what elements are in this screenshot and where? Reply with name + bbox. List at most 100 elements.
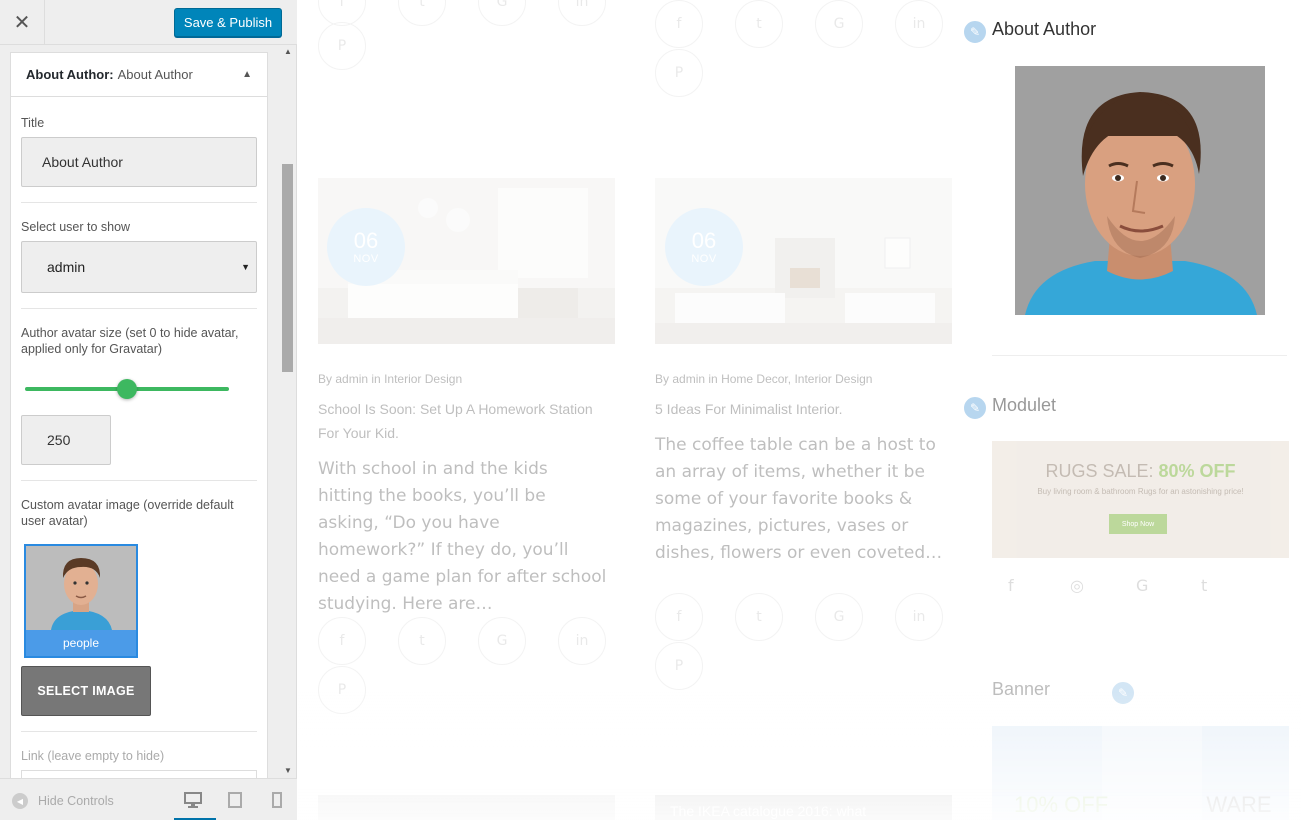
social-share-row: f t G in (655, 593, 943, 641)
link-field-group: Link (leave empty to hide) (21, 732, 257, 778)
widget-type-label: About Author: (26, 67, 114, 82)
twitter-icon[interactable]: t (398, 617, 446, 665)
post-author-link[interactable]: admin (335, 372, 368, 386)
social-share-row: P (655, 49, 703, 97)
user-select-label: Select user to show (21, 220, 131, 234)
post-meta: By admin in Interior Design (318, 372, 462, 386)
tablet-icon[interactable] (226, 792, 244, 808)
post-author-link[interactable]: admin (672, 372, 705, 386)
pinterest-icon[interactable]: P (318, 666, 366, 714)
post-category-link[interactable]: Home Decor, Interior Design (721, 372, 872, 386)
meta-in: in (371, 372, 381, 386)
twitter-icon[interactable]: t (1201, 576, 1207, 595)
pinterest-icon[interactable]: P (655, 49, 703, 97)
date-month: NOV (353, 253, 379, 265)
google-icon[interactable]: G (1136, 576, 1148, 595)
google-icon[interactable]: G (478, 617, 526, 665)
google-icon[interactable]: G (478, 0, 526, 26)
link-label: Link (leave empty to hide) (21, 749, 165, 763)
rugs-heading: RUGS SALE: 80% OFF (992, 461, 1289, 482)
linkedin-icon[interactable]: in (895, 0, 943, 48)
post-title-link[interactable]: School Is Soon: Set Up A Homework Statio… (318, 397, 608, 445)
bottom-post-title[interactable]: The IKEA catalogue 2016: what (670, 803, 866, 819)
widget-panel: About Author: About Author ▲ Title About… (10, 52, 268, 778)
select-image-button[interactable]: SELECT IMAGE (21, 666, 151, 716)
google-icon[interactable]: G (815, 593, 863, 641)
link-input[interactable] (21, 770, 257, 778)
twitter-icon[interactable]: t (735, 593, 783, 641)
post-excerpt: The coffee table can be a host to an arr… (655, 435, 943, 563)
sidebar-scrollbar[interactable]: ▲ ▼ (281, 45, 294, 777)
widget-panel-header[interactable]: About Author: About Author ▲ (11, 53, 267, 97)
rugs-heading-text: RUGS SALE: (1045, 461, 1154, 481)
author-photo (1015, 66, 1265, 315)
customizer-footer: ◀ Hide Controls (0, 778, 297, 820)
instagram-icon[interactable]: ◎ (1070, 576, 1084, 595)
modulet-title: Modulet (992, 395, 1057, 415)
post-title-link[interactable]: 5 Ideas For Minimalist Interior. (655, 397, 945, 421)
avatar-size-slider[interactable] (25, 379, 229, 399)
google-icon[interactable]: G (815, 0, 863, 48)
twitter-icon[interactable]: t (735, 0, 783, 48)
facebook-icon[interactable]: f (318, 617, 366, 665)
date-day: 06 (691, 228, 717, 253)
avatar-size-group: Author avatar size (set 0 to hide avatar… (21, 309, 257, 481)
customizer-sidebar: ✕ Save & Publish About Author: About Aut… (0, 0, 297, 820)
post-thumbnail[interactable]: 06 NOV (318, 178, 615, 344)
facebook-icon[interactable]: f (655, 0, 703, 48)
user-select-value: admin (47, 259, 86, 275)
site-preview[interactable]: f t G in P f t G in P 06 NOV By admin in… (298, 0, 1301, 820)
about-author-title: About Author (992, 19, 1097, 39)
pencil-icon[interactable]: ✎ (1110, 680, 1136, 706)
custom-avatar-preview[interactable]: people (24, 544, 138, 658)
banner-widget[interactable]: 10% OFF WARE (992, 726, 1289, 820)
post-meta: By admin in Home Decor, Interior Design (655, 372, 872, 386)
pencil-icon[interactable]: ✎ (962, 19, 988, 45)
avatar-size-label: Author avatar size (set 0 to hide avatar… (21, 326, 239, 356)
avatar-size-input[interactable]: 250 (21, 415, 111, 465)
shop-now-button[interactable]: Shop Now (1109, 514, 1167, 534)
linkedin-icon[interactable]: in (558, 617, 606, 665)
date-badge: 06 NOV (665, 208, 743, 286)
collapse-icon: ◀ (12, 793, 28, 809)
linkedin-icon[interactable]: in (895, 593, 943, 641)
controls-scroll-area[interactable]: About Author: About Author ▲ Title About… (10, 52, 268, 778)
title-input[interactable]: About Author (21, 137, 257, 187)
twitter-icon[interactable]: t (398, 0, 446, 26)
social-share-row: P (655, 642, 703, 690)
scroll-up-icon[interactable]: ▲ (284, 47, 292, 56)
scroll-down-icon[interactable]: ▼ (284, 766, 292, 775)
social-share-row: P (318, 22, 366, 70)
author-image (1015, 66, 1265, 315)
post-thumbnail[interactable]: 06 NOV (655, 178, 952, 344)
rugs-subtext: Buy living room & bathroom Rugs for an a… (1037, 487, 1244, 496)
post-category-link[interactable]: Interior Design (384, 372, 462, 386)
pinterest-icon[interactable]: P (655, 642, 703, 690)
close-button[interactable]: ✕ (0, 0, 45, 45)
date-badge: 06 NOV (327, 208, 405, 286)
rugs-sale-banner[interactable]: RUGS SALE: 80% OFF Buy living room & bat… (992, 441, 1289, 558)
widget-divider (992, 355, 1287, 356)
mobile-icon[interactable] (268, 792, 286, 808)
pencil-icon[interactable]: ✎ (962, 395, 988, 421)
facebook-icon[interactable]: f (1008, 576, 1014, 595)
triangle-up-icon[interactable]: ▲ (242, 69, 252, 80)
user-select[interactable]: admin ▼ (21, 241, 257, 293)
facebook-icon[interactable]: f (655, 593, 703, 641)
save-publish-button[interactable]: Save & Publish (174, 8, 282, 37)
social-share-row: P (318, 666, 366, 714)
custom-avatar-group: Custom avatar image (override default us… (21, 481, 257, 732)
avatar-caption: people (26, 630, 136, 656)
date-day: 06 (353, 228, 379, 253)
hide-controls-button[interactable]: ◀ Hide Controls (12, 793, 114, 809)
scrollbar-thumb[interactable] (282, 164, 293, 372)
post-thumbnail[interactable]: The IKEA catalogue 2016: what (655, 795, 952, 820)
slider-handle[interactable] (117, 379, 137, 399)
post-excerpt: With school in and the kids hitting the … (318, 459, 607, 614)
linkedin-icon[interactable]: in (558, 0, 606, 26)
banner-word: WARE (1206, 792, 1272, 817)
pinterest-icon[interactable]: P (318, 22, 366, 70)
date-month: NOV (691, 253, 717, 265)
desktop-icon[interactable] (184, 792, 202, 808)
post-thumbnail[interactable] (318, 795, 615, 820)
